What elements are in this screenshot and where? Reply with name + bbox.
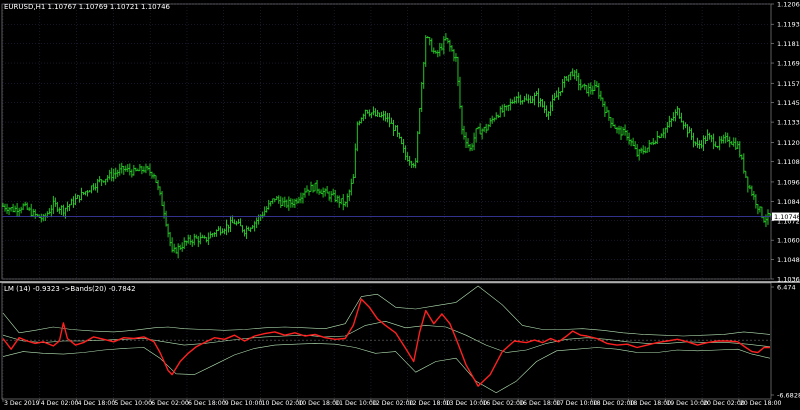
time-tick-label: 5 Dec 10:00 <box>114 400 152 407</box>
lm-indicator-line <box>2 298 770 387</box>
time-tick-label: 4 Dec 02:00 <box>41 400 79 407</box>
current-price-label: 1.10746 <box>774 213 800 221</box>
price-tick-label: 1.10360 <box>777 276 800 284</box>
price-tick-label: 1.11085 <box>777 158 800 166</box>
price-tick-label: 1.11935 <box>777 21 800 29</box>
time-tick-label: 3 Dec 2019 <box>4 400 40 407</box>
time-tick-label: 20 Dec 18:00 <box>740 400 782 407</box>
indicator-tick-label: -6.6828 <box>777 392 800 400</box>
time-tick-label: 6 Dec 18:00 <box>188 400 226 407</box>
price-tick-label: 1.11330 <box>777 119 800 127</box>
time-tick-label: 10 Dec 02:00 <box>262 400 304 407</box>
lower-band-line <box>2 343 771 394</box>
price-tick-label: 1.12060 <box>777 1 800 9</box>
indicator-title: LM (14) -0.9323 ->Bands(20) -0.7842 <box>4 285 136 293</box>
price-tick-label: 1.11205 <box>777 139 800 147</box>
chart-title: EURUSD,H1 1.10767 1.10769 1.10721 1.1074… <box>4 3 170 11</box>
time-tick-label: 18 Dec 18:00 <box>630 400 672 407</box>
price-tick-label: 1.11570 <box>777 80 800 88</box>
time-tick-label: 9 Dec 10:00 <box>225 400 263 407</box>
time-tick-label: 11 Dec 10:00 <box>335 400 377 407</box>
time-tick-label: 20 Dec 02:00 <box>703 400 745 407</box>
time-tick-label: 12 Dec 18:00 <box>409 400 451 407</box>
chart-window[interactable]: 1.12060 1.11935 1.11815 1.11695 1.11570 1.114… <box>0 0 800 408</box>
time-tick-label: 16 Dec 02:00 <box>482 400 524 407</box>
price-tick-label: 1.10600 <box>777 237 800 245</box>
price-tick-label: 1.10960 <box>777 178 800 186</box>
indicator-tick-label: 6.474 <box>777 284 796 292</box>
time-tick-label: 6 Dec 02:00 <box>151 400 189 407</box>
time-tick-label: 18 Dec 02:00 <box>593 400 635 407</box>
time-tick-label: 12 Dec 02:00 <box>372 400 414 407</box>
upper-band-line <box>2 285 771 337</box>
price-tick-label: 1.11695 <box>777 60 800 68</box>
time-tick-label: 17 Dec 10:00 <box>556 400 598 407</box>
price-tick-label: 1.11450 <box>777 99 800 107</box>
price-tick-label: 1.10840 <box>777 198 800 206</box>
price-tick-label: 1.10480 <box>777 256 800 264</box>
time-tick-label: 19 Dec 10:00 <box>666 400 708 407</box>
time-tick-label: 16 Dec 18:00 <box>519 400 561 407</box>
time-tick-label: 13 Dec 10:00 <box>446 400 488 407</box>
price-tick-label: 1.11815 <box>777 40 800 48</box>
candles <box>1 33 772 259</box>
time-tick-label: 4 Dec 18:00 <box>78 400 116 407</box>
chart-canvas[interactable]: 1.12060 1.11935 1.11815 1.11695 1.11570 1.114… <box>0 0 800 408</box>
time-tick-label: 10 Dec 18:00 <box>298 400 340 407</box>
